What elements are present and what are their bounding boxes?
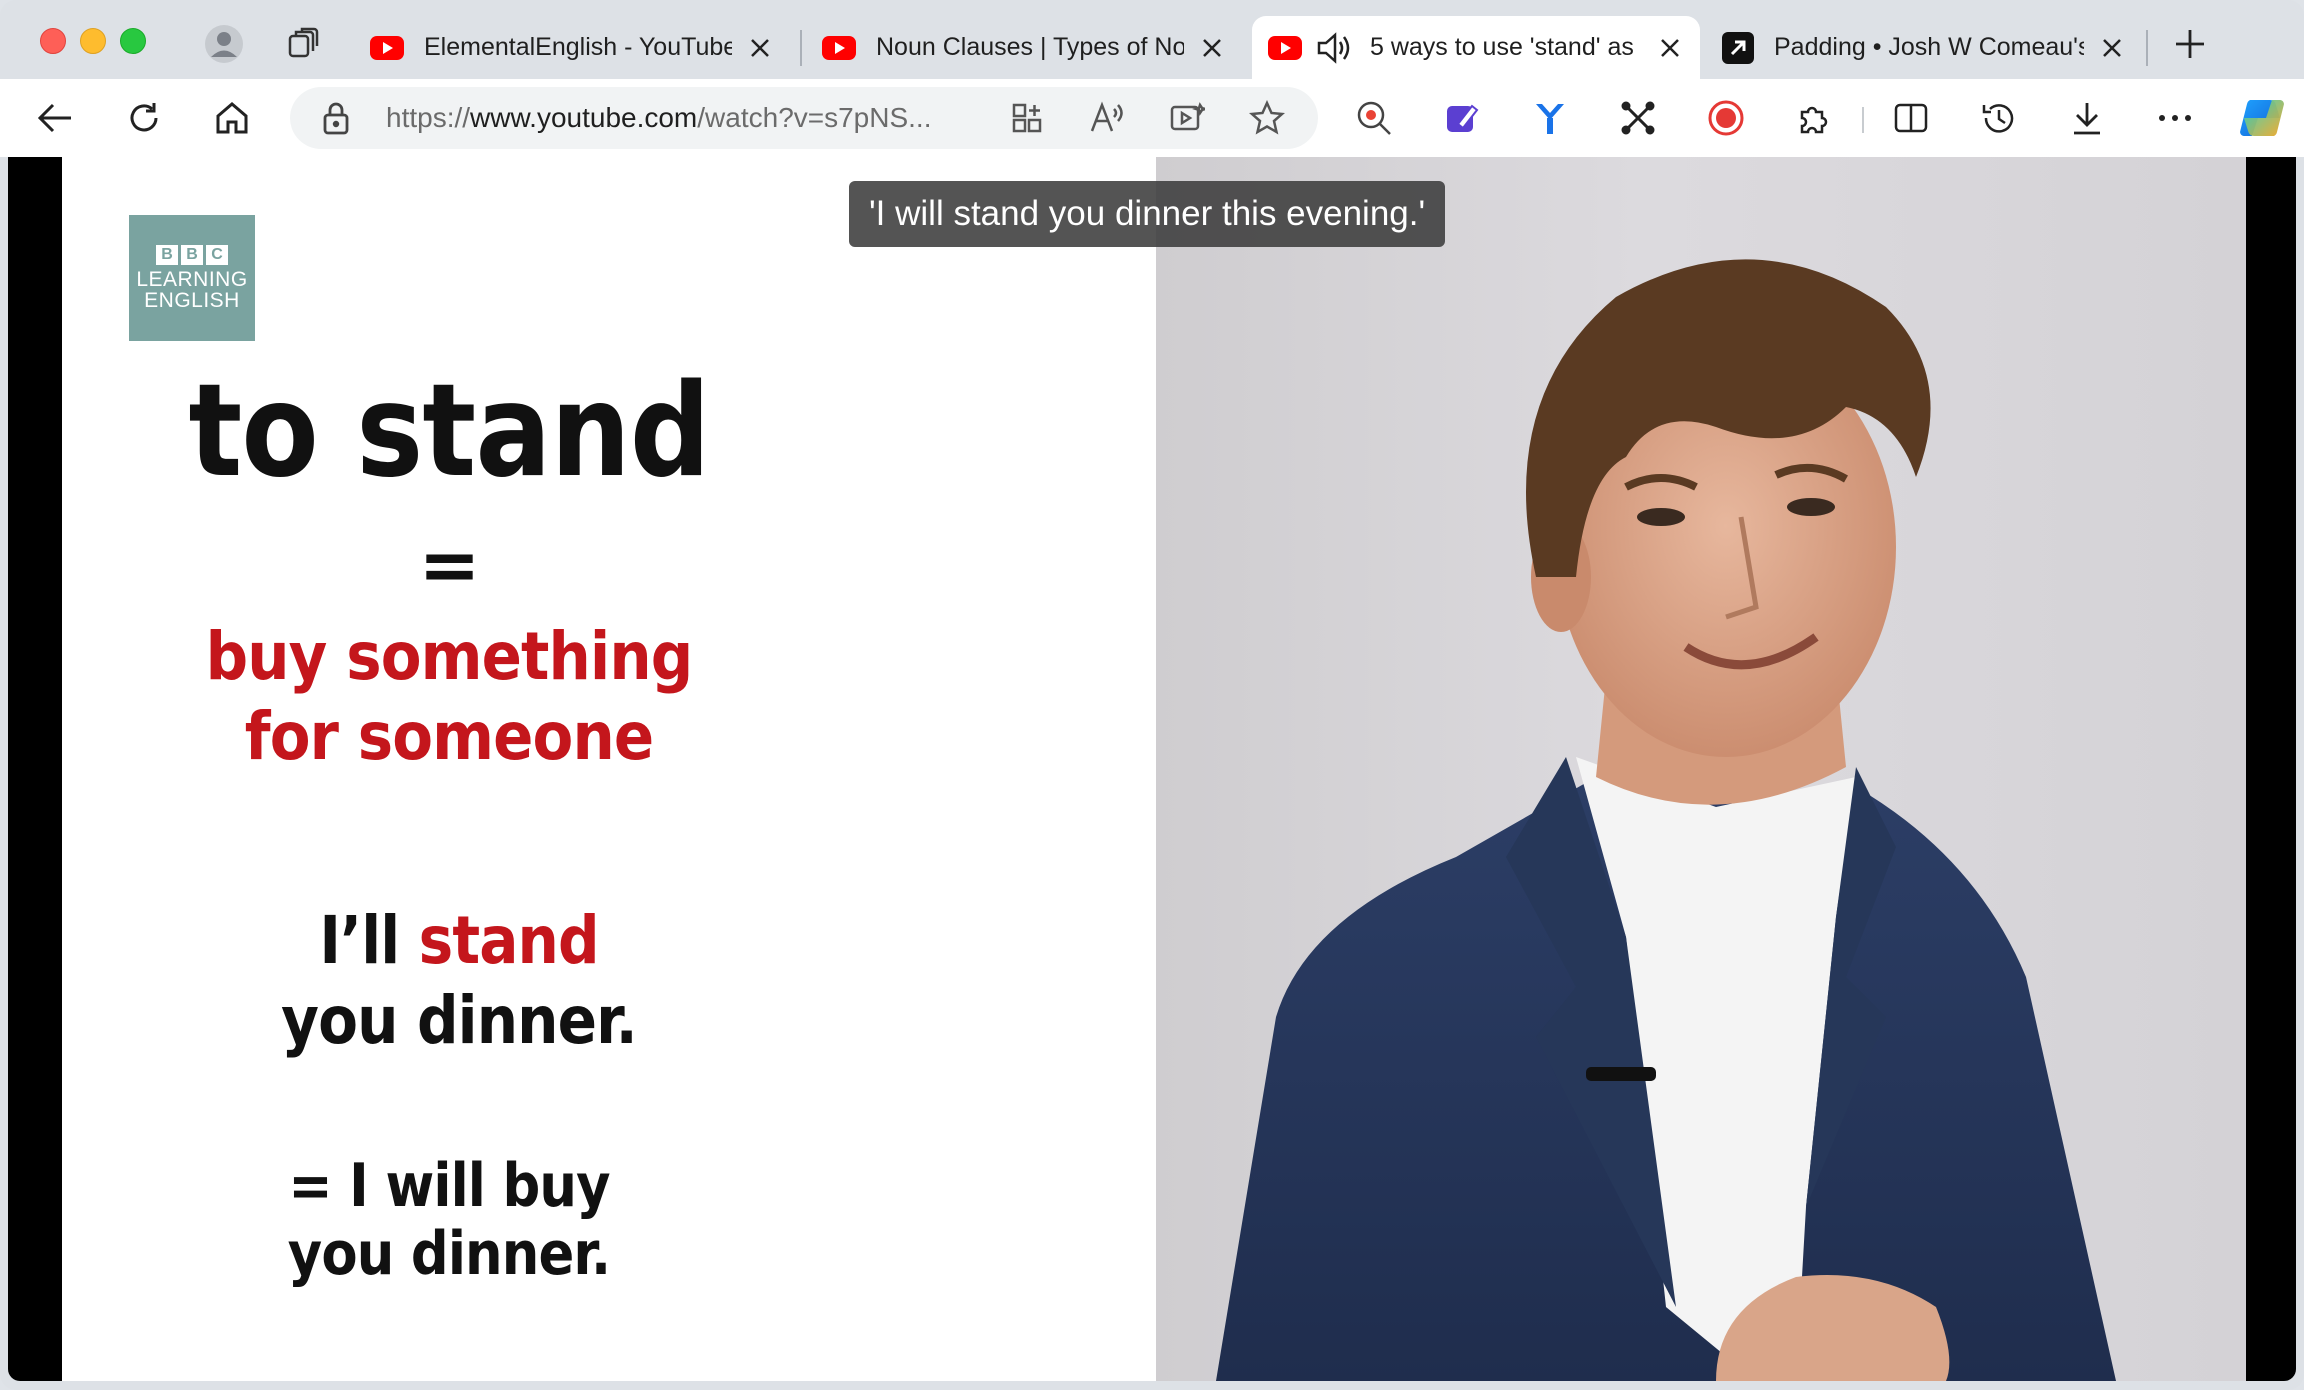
example-highlight: stand: [418, 902, 600, 979]
copilot-icon[interactable]: [2234, 90, 2290, 146]
profile-icon[interactable]: [202, 22, 246, 66]
youtube-icon: [822, 35, 856, 60]
tab-divider: [2146, 30, 2148, 66]
split-screen-icon[interactable]: [1886, 93, 1936, 143]
edit-extension-icon[interactable]: [1437, 93, 1487, 143]
y-extension-icon[interactable]: [1525, 93, 1575, 143]
meaning-line-1: = I will buy: [288, 1151, 610, 1221]
toolbar-divider: [1862, 107, 1864, 133]
speaker-icon[interactable]: [1316, 31, 1352, 65]
read-aloud-icon[interactable]: [1082, 93, 1132, 143]
meaning-line-2: you dinner.: [287, 1219, 611, 1289]
downloads-icon[interactable]: [2062, 93, 2112, 143]
logo-text-learning: LEARNING: [136, 268, 248, 291]
navigation-toolbar: https://www.youtube.com/watch?v=s7pNS...: [0, 79, 2304, 157]
logo-block-b1: B: [156, 245, 178, 265]
tab-title: Noun Clauses | Types of Nou: [876, 33, 1184, 61]
record-extension-icon[interactable]: [1701, 93, 1751, 143]
tab-noun-clauses[interactable]: Noun Clauses | Types of Nou: [806, 16, 1242, 79]
video-player[interactable]: B B C LEARNING ENGLISH to stand = buy so…: [8, 157, 2296, 1381]
tab-title: ElementalEnglish - YouTube: [424, 33, 732, 61]
back-icon[interactable]: [30, 93, 80, 143]
logo-block-c: C: [206, 245, 228, 265]
extensions-puzzle-icon[interactable]: [1789, 93, 1839, 143]
logo-text-english: ENGLISH: [144, 289, 240, 312]
presenter-video: [1156, 157, 2246, 1381]
example-prefix: I’ll: [319, 902, 419, 979]
network-extension-icon[interactable]: [1613, 93, 1663, 143]
slide-definition: buy something for someone: [8, 617, 941, 777]
close-tab-icon[interactable]: [2098, 34, 2126, 62]
slide-equals-sign: =: [418, 522, 480, 608]
definition-line-1: buy something: [205, 618, 694, 695]
minimize-window-button[interactable]: [80, 28, 106, 54]
screen-search-extension-icon[interactable]: [1349, 93, 1399, 143]
video-enhance-icon[interactable]: [1162, 93, 1212, 143]
presenter-figure: [1216, 259, 2116, 1381]
example-line-2: you dinner.: [281, 982, 638, 1059]
url-host: www.youtube.com: [470, 102, 698, 133]
workspaces-icon[interactable]: [282, 22, 326, 66]
tab-strip: ElementalEnglish - YouTube Noun Clauses …: [0, 0, 2304, 79]
app-available-icon[interactable]: [1002, 93, 1052, 143]
slide-example: I’ll stand you dinner.: [8, 901, 940, 1061]
url-scheme: https://: [386, 102, 471, 133]
address-bar[interactable]: https://www.youtube.com/watch?v=s7pNS...: [290, 87, 1318, 149]
refresh-icon[interactable]: [119, 93, 169, 143]
youtube-icon: [1268, 35, 1302, 60]
home-icon[interactable]: [207, 93, 257, 143]
tab-title: Padding • Josh W Comeau's: [1774, 33, 2084, 61]
definition-line-2: for someone: [244, 698, 654, 775]
tab-stand-video[interactable]: 5 ways to use 'stand' as: [1252, 16, 1700, 79]
logo-block-b2: B: [181, 245, 203, 265]
close-tab-icon[interactable]: [1656, 34, 1684, 62]
close-tab-icon[interactable]: [1198, 34, 1226, 62]
maximize-window-button[interactable]: [120, 28, 146, 54]
history-icon[interactable]: [1974, 93, 2024, 143]
url-text[interactable]: https://www.youtube.com/watch?v=s7pNS...: [386, 102, 966, 134]
new-tab-icon[interactable]: [2168, 22, 2212, 66]
more-options-icon[interactable]: [2150, 93, 2200, 143]
bbc-learning-english-logo: B B C LEARNING ENGLISH: [129, 215, 255, 341]
browser-window: ElementalEnglish - YouTube Noun Clauses …: [0, 0, 2304, 1390]
video-caption: 'I will stand you dinner this evening.': [849, 181, 1446, 247]
favorite-star-icon[interactable]: [1242, 93, 1292, 143]
youtube-icon: [370, 35, 404, 60]
lesson-slide: B B C LEARNING ENGLISH to stand = buy so…: [62, 157, 1156, 1381]
lock-icon[interactable]: [320, 101, 352, 140]
close-tab-icon[interactable]: [746, 34, 774, 62]
tab-title: 5 ways to use 'stand' as: [1370, 33, 1634, 61]
slide-heading: to stand: [188, 357, 710, 506]
tab-divider: [800, 30, 802, 66]
tab-elementalenglish[interactable]: ElementalEnglish - YouTube: [354, 16, 790, 79]
tab-padding-josh[interactable]: Padding • Josh W Comeau's: [1706, 16, 2142, 79]
arrow-favicon-icon: [1722, 31, 1754, 64]
slide-meaning: = I will buy you dinner.: [8, 1152, 930, 1288]
url-path: /watch?v=s7pNS...: [697, 102, 932, 133]
close-window-button[interactable]: [40, 28, 66, 54]
